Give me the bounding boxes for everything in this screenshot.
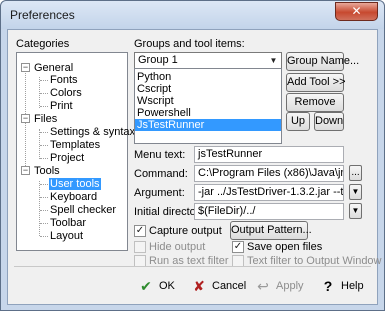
menu-text-label: Menu text:: [134, 149, 186, 161]
tree-connector: [40, 145, 48, 146]
tree-connector: [40, 80, 48, 81]
tree-connector: [40, 158, 48, 159]
apply-arrow-icon: ↩: [257, 278, 269, 295]
checkmark-icon: ✔: [140, 278, 152, 295]
tree-connector: [40, 184, 48, 185]
tree-connector: [40, 210, 48, 211]
tree-connector: [40, 197, 48, 198]
ok-button[interactable]: ✔ OK: [138, 276, 175, 296]
list-item-cscript[interactable]: Cscript: [135, 83, 281, 95]
groups-label: Groups and tool items:: [134, 38, 245, 50]
tree-node-general[interactable]: General: [34, 62, 73, 74]
tree-connector: [40, 223, 48, 224]
separator: [14, 266, 371, 267]
tree-node-files[interactable]: Files: [34, 113, 57, 125]
browse-command-button[interactable]: ...: [349, 165, 362, 181]
categories-tree[interactable]: − General Fonts Colors Print − Files Set…: [16, 52, 135, 251]
argument-menu-button[interactable]: ▼: [349, 184, 362, 200]
argument-label: Argument:: [134, 187, 185, 199]
cross-icon: ✘: [193, 278, 205, 295]
list-item-wscript[interactable]: Wscript: [135, 95, 281, 107]
close-button[interactable]: ✕: [335, 2, 378, 21]
help-icon: ?: [323, 278, 333, 295]
tree-connector: [40, 132, 48, 133]
tree-connector: [40, 93, 48, 94]
chevron-down-icon: ▼: [351, 187, 360, 196]
tree-node-fonts[interactable]: Fonts: [50, 74, 78, 86]
hide-output-label: Hide output: [149, 241, 206, 253]
tool-items-list[interactable]: Python Cscript Wscript Powershell JsTest…: [134, 68, 282, 144]
tools-collapse-toggle[interactable]: −: [21, 166, 30, 175]
tree-node-settings-syntax[interactable]: Settings & syntax: [50, 126, 135, 138]
tree-connector: [40, 106, 48, 107]
output-pattern-button[interactable]: Output Pattern...: [230, 221, 312, 240]
tree-connector: [39, 129, 40, 159]
tree-node-toolbar[interactable]: Toolbar: [50, 217, 86, 229]
preferences-window: Preferences ✕ Categories − General Fonts…: [0, 0, 385, 311]
save-open-files-checkbox[interactable]: ✓: [232, 241, 244, 253]
tree-node-templates[interactable]: Templates: [50, 139, 100, 151]
window-title: Preferences: [10, 8, 75, 22]
tree-node-project[interactable]: Project: [50, 152, 84, 164]
group-select-value: Group 1: [138, 54, 178, 66]
command-input[interactable]: C:\Program Files (x86)\Java\jre6\bin\jav: [194, 165, 344, 182]
down-button[interactable]: Down: [314, 112, 344, 131]
tree-node-user-tools[interactable]: User tools: [49, 178, 101, 190]
capture-output-label: Capture output: [149, 225, 222, 237]
chevron-down-icon: ▼: [269, 56, 278, 65]
categories-label: Categories: [16, 38, 70, 50]
capture-output-checkbox[interactable]: ✓: [134, 225, 146, 237]
tree-node-layout[interactable]: Layout: [50, 230, 83, 242]
files-collapse-toggle[interactable]: −: [21, 114, 30, 123]
cancel-button[interactable]: ✘ Cancel: [191, 276, 246, 296]
tree-node-print[interactable]: Print: [50, 100, 73, 112]
chevron-down-icon: ▼: [351, 206, 360, 215]
initial-directory-menu-button[interactable]: ▼: [349, 203, 362, 219]
initial-directory-input[interactable]: $(FileDir)/../: [194, 203, 344, 220]
tree-node-keyboard[interactable]: Keyboard: [50, 191, 97, 203]
group-select[interactable]: Group 1 ▼: [134, 52, 282, 69]
command-label: Command:: [134, 168, 188, 180]
list-item-powershell[interactable]: Powershell: [135, 107, 281, 119]
group-name-button[interactable]: Group Name...: [286, 52, 359, 71]
tree-node-tools[interactable]: Tools: [34, 165, 60, 177]
add-tool-button[interactable]: Add Tool >>: [286, 73, 346, 92]
tree-connector: [40, 236, 48, 237]
apply-button[interactable]: ↩ Apply: [255, 276, 304, 296]
tree-connector: [39, 181, 40, 236]
ok-label: OK: [159, 280, 175, 293]
help-label: Help: [341, 280, 364, 293]
general-collapse-toggle[interactable]: −: [21, 63, 30, 72]
menu-text-input[interactable]: jsTestRunner: [194, 146, 344, 163]
title-bar[interactable]: Preferences ✕: [1, 1, 384, 29]
tree-node-spell-checker[interactable]: Spell checker: [50, 204, 116, 216]
list-item-python[interactable]: Python: [135, 71, 281, 83]
apply-label: Apply: [276, 280, 304, 293]
hide-output-checkbox[interactable]: [134, 241, 146, 253]
tree-node-colors[interactable]: Colors: [50, 87, 82, 99]
remove-button[interactable]: Remove: [286, 93, 344, 112]
help-button[interactable]: ? Help: [320, 276, 364, 296]
argument-input[interactable]: -jar ../JsTestDriver-1.3.2.jar --tests a…: [194, 184, 344, 201]
list-item-jstestrunner[interactable]: JsTestRunner: [135, 119, 281, 131]
up-button[interactable]: Up: [286, 112, 310, 131]
dialog-body: Categories − General Fonts Colors Print …: [7, 29, 382, 305]
save-open-files-label: Save open files: [247, 241, 323, 253]
cancel-label: Cancel: [212, 280, 247, 293]
